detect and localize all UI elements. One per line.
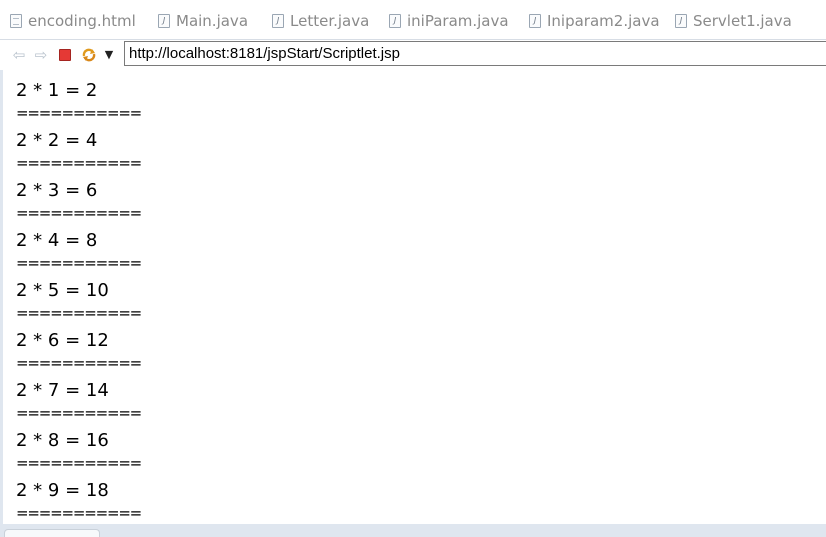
browser-toolbar: ⇦ ⇨ ▼ http://localhost:8181/jspStart/Scr… [0,40,826,70]
tab-main-java[interactable]: J Main.java [158,8,248,34]
tab-iniparam-java[interactable]: J iniParam.java [389,8,509,34]
tab-encoding-html[interactable]: encoding.html [10,8,136,34]
separator-line: =========== [16,454,142,472]
separator-line: =========== [16,204,142,222]
java-file-icon: J [389,14,401,28]
url-input[interactable]: http://localhost:8181/jspStart/Scriptlet… [124,41,826,66]
separator-line: =========== [16,104,142,122]
output-line: 2 * 6 = 12 [16,330,109,351]
page-content: 2 * 1 = 2 =========== 2 * 2 = 4 ========… [3,70,826,524]
tab-label: Main.java [176,12,249,30]
output-line: 2 * 1 = 2 [16,80,98,101]
separator-line: =========== [16,504,142,522]
output-line: 2 * 7 = 14 [16,380,109,401]
output-lines: 2 * 1 = 2 =========== 2 * 2 = 4 ========… [16,78,142,524]
tab-label: encoding.html [28,12,136,30]
tab-label: iniParam.java [407,12,509,30]
tab-iniparam2-java[interactable]: J Iniparam2.java [529,8,660,34]
java-file-icon: J [158,14,170,28]
output-line: 2 * 5 = 10 [16,280,109,301]
tab-label: Iniparam2.java [547,12,660,30]
separator-line: =========== [16,154,142,172]
tab-label: Letter.java [290,12,370,30]
separator-line: =========== [16,254,142,272]
tab-label: Servlet1.java [693,12,792,30]
separator-line: =========== [16,304,142,322]
separator-line: =========== [16,404,142,422]
forward-icon[interactable]: ⇨ [32,46,50,64]
separator-line: =========== [16,354,142,372]
output-line: 2 * 3 = 6 [16,180,98,201]
output-line: 2 * 2 = 4 [16,130,98,151]
tab-letter-java[interactable]: J Letter.java [272,8,369,34]
output-line: 2 * 4 = 8 [16,230,98,251]
stop-icon [59,49,71,61]
refresh-button[interactable] [80,46,98,64]
java-file-icon: J [675,14,687,28]
dropdown-arrow-icon[interactable]: ▼ [100,46,118,64]
html-file-icon [10,14,22,28]
java-file-icon: J [272,14,284,28]
refresh-icon [82,48,96,62]
output-line: 2 * 9 = 18 [16,480,109,501]
back-icon[interactable]: ⇦ [10,46,28,64]
bottom-view-tab[interactable] [4,529,100,537]
java-file-icon: J [529,14,541,28]
stop-button[interactable] [56,46,74,64]
output-line: 2 * 8 = 16 [16,430,109,451]
tab-servlet1-java[interactable]: J Servlet1.java [675,8,792,34]
editor-tab-bar: encoding.html J Main.java J Letter.java … [0,0,826,40]
